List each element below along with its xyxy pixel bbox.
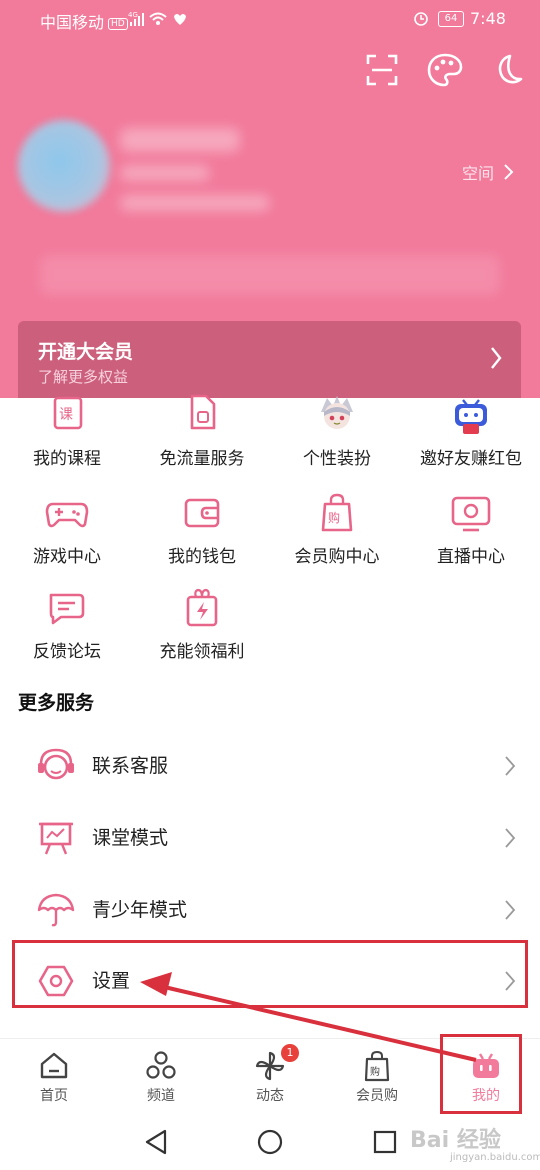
chevron-right-icon <box>505 756 516 776</box>
course-book-icon: 课 <box>53 396 83 430</box>
anime-character-icon <box>321 396 353 429</box>
chevron-right-icon <box>491 347 502 369</box>
grid-item-personalize[interactable]: 个性装扮 <box>270 396 404 469</box>
grid-item-charge-rewards[interactable]: 充能领福利 <box>135 585 269 662</box>
umbrella-icon <box>37 893 75 927</box>
blurred-user-level <box>120 165 210 181</box>
chat-bubble-icon <box>49 593 85 625</box>
blurred-stats <box>40 255 500 295</box>
presentation-board-icon <box>39 822 73 855</box>
live-tv-icon <box>451 496 491 532</box>
user-avatar[interactable] <box>18 120 110 212</box>
vip-banner[interactable]: 开通大会员 了解更多权益 <box>18 321 521 398</box>
vip-subtitle: 了解更多权益 <box>38 368 129 386</box>
back-icon[interactable] <box>143 1128 169 1156</box>
grid-item-feedback[interactable]: 反馈论坛 <box>0 585 134 662</box>
palette-icon[interactable] <box>426 52 464 88</box>
battery-indicator: 64 <box>438 11 464 27</box>
home-icon <box>40 1052 68 1079</box>
vip-title: 开通大会员 <box>38 341 134 363</box>
mine-tab-highlight-box <box>440 1034 522 1114</box>
headset-icon <box>38 748 74 780</box>
grid-item-invite-friends[interactable]: 邀好友赚红包 <box>404 398 538 469</box>
chevron-right-icon <box>505 900 516 920</box>
shopping-bag-icon: 购 <box>321 493 353 532</box>
more-services-title: 更多服务 <box>18 692 95 714</box>
sim-card-icon <box>190 394 216 430</box>
home-nav-icon[interactable] <box>256 1128 284 1156</box>
grid-item-my-courses[interactable]: 课 我的课程 <box>0 396 134 469</box>
svg-text:购: 购 <box>370 1065 380 1078</box>
chevron-right-icon <box>504 164 514 180</box>
notification-badge: 1 <box>281 1044 299 1062</box>
grid-item-live-center[interactable]: 直播中心 <box>404 490 538 567</box>
alarm-icon <box>414 12 428 26</box>
carrier-label: 中国移动 HD <box>40 9 128 33</box>
blurred-username <box>120 128 240 152</box>
baidu-watermark: Bai 经验 <box>410 1128 501 1153</box>
channels-icon <box>146 1051 176 1079</box>
service-row-classroom-mode[interactable]: 课堂模式 <box>0 803 540 873</box>
service-row-customer-service[interactable]: 联系客服 <box>0 731 540 801</box>
service-row-teen-mode[interactable]: 青少年模式 <box>0 875 540 945</box>
baidu-watermark-url: jingyan.baidu.com <box>450 1152 540 1163</box>
wallet-icon <box>184 498 220 528</box>
status-bar: 中国移动 HD 4G 64 7:48 <box>0 0 540 38</box>
shopping-bag-icon: 购 <box>364 1050 390 1082</box>
personal-space-link[interactable]: 空间 <box>462 160 514 184</box>
chevron-right-icon <box>505 828 516 848</box>
tab-home[interactable]: 首页 <box>9 1039 99 1115</box>
gamepad-icon <box>45 502 89 528</box>
tab-dynamics[interactable]: 1 动态 <box>225 1039 315 1115</box>
grid-item-wallet[interactable]: 我的钱包 <box>135 490 269 567</box>
svg-text:课: 课 <box>59 407 73 423</box>
grid-item-game-center[interactable]: 游戏中心 <box>0 490 134 567</box>
tab-member-shop[interactable]: 购 会员购 <box>332 1039 422 1115</box>
profile-header: 中国移动 HD 4G 64 7:48 空间 开通大会员 了解更多权益 <box>0 0 540 398</box>
svg-text:购: 购 <box>328 510 340 525</box>
grid-item-member-shop[interactable]: 购 会员购中心 <box>270 490 404 567</box>
tv-mascot-icon <box>455 399 487 434</box>
gift-lightning-icon <box>186 588 218 627</box>
grid-item-data-free[interactable]: 免流量服务 <box>135 394 269 469</box>
night-mode-icon[interactable] <box>490 52 526 88</box>
svg-text:4G: 4G <box>128 11 138 19</box>
blurred-user-info <box>120 195 270 211</box>
settings-highlight-box <box>12 940 528 1008</box>
tab-channels[interactable]: 频道 <box>116 1039 206 1115</box>
recents-icon[interactable] <box>372 1129 398 1155</box>
clock: 7:48 <box>470 9 506 28</box>
scan-icon[interactable] <box>364 52 400 88</box>
signal-wifi-icon: 4G <box>128 11 186 26</box>
